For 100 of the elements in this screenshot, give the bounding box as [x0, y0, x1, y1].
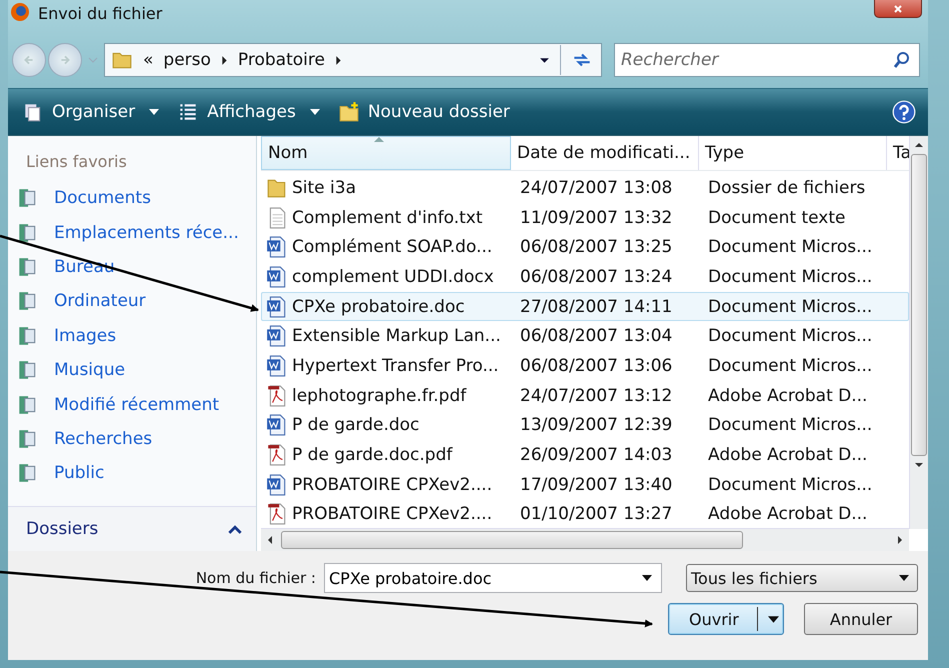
word-document-icon	[266, 354, 288, 377]
file-type: Adobe Acrobat D...	[708, 504, 868, 524]
help-icon[interactable]	[892, 100, 916, 124]
file-row[interactable]: CPXe probatoire.doc 27/08/2007 14:11 Document Micros...	[261, 292, 909, 322]
breadcrumb-overflow[interactable]: «	[143, 50, 154, 70]
scroll-right-icon[interactable]	[897, 535, 903, 545]
file-type: Document Micros...	[708, 237, 872, 258]
sort-arrow-icon	[374, 137, 384, 142]
dropdown-caret-icon	[310, 109, 320, 115]
filename-label: Nom du fichier :	[196, 569, 316, 587]
file-date: 26/09/2007 14:03	[520, 445, 672, 466]
file-type: Document Micros...	[708, 296, 872, 317]
file-row[interactable]: Site i3a 24/07/2007 13:08 Dossier de fichiers	[261, 173, 909, 203]
scroll-left-icon[interactable]	[267, 535, 273, 545]
dropdown-caret-icon[interactable]	[539, 56, 550, 64]
file-name: Site i3a	[292, 178, 356, 198]
vertical-scrollbar[interactable]	[909, 136, 928, 529]
file-name: PROBATOIRE CPXev2....	[292, 504, 492, 524]
folders-toggle[interactable]: Dossiers	[8, 506, 256, 551]
column-header[interactable]: Type	[699, 136, 887, 170]
sidebar-item[interactable]: Documents	[16, 181, 256, 216]
file-type: Document Micros...	[708, 326, 872, 346]
dialog-button[interactable]: Annuler	[804, 603, 918, 635]
dropdown-caret-icon	[899, 575, 909, 581]
file-name: CPXe probatoire.doc	[292, 296, 465, 317]
pdf-file-icon	[266, 503, 288, 526]
file-type-dropdown[interactable]: Tous les fichiers	[686, 564, 918, 592]
breadcrumb-item[interactable]: Probatoire	[238, 50, 325, 70]
file-date: 24/07/2007 13:12	[520, 386, 672, 406]
word-document-icon	[266, 236, 288, 258]
column-header[interactable]: Nom	[261, 136, 511, 170]
file-name: P de garde.doc	[292, 415, 420, 436]
browser-logo-icon	[10, 2, 30, 22]
dropdown-caret-icon	[768, 616, 779, 622]
sidebar-item[interactable]: Public	[16, 456, 256, 491]
file-row[interactable]: Extensible Markup Lan... 06/08/2007 13:04 Document Micros...	[261, 321, 909, 352]
breadcrumb-arrow-icon[interactable]	[220, 54, 228, 66]
file-name: Hypertext Transfer Pro...	[292, 356, 499, 376]
file-date: 17/09/2007 13:40	[520, 474, 672, 495]
file-date: 06/08/2007 13:06	[520, 356, 672, 376]
sidebar-item[interactable]: Modifié récemment	[16, 387, 256, 422]
address-bar[interactable]: « perso Probatoire	[104, 43, 602, 77]
search-icon	[892, 50, 912, 70]
search-field[interactable]: Rechercher	[614, 43, 920, 77]
new-folder-icon	[338, 101, 360, 123]
dropdown-caret-icon	[149, 109, 160, 115]
file-type: Adobe Acrobat D...	[708, 445, 868, 466]
scroll-up-icon[interactable]	[914, 142, 924, 148]
file-type: Adobe Acrobat D...	[708, 386, 868, 406]
file-type: Document Micros...	[708, 356, 872, 376]
file-name: PROBATOIRE CPXev2....	[292, 474, 492, 495]
file-name: P de garde.doc.pdf	[292, 445, 452, 466]
sidebar-item[interactable]: Musique	[16, 352, 256, 388]
dialog-button[interactable]: Ouvrir	[668, 603, 784, 635]
file-name: lephotographe.fr.pdf	[292, 386, 466, 406]
pdf-file-icon	[266, 444, 288, 466]
sidebar-item[interactable]: Images	[16, 318, 256, 353]
file-type: Dossier de fichiers	[708, 178, 866, 198]
file-date: 01/10/2007 13:27	[520, 504, 672, 524]
scrollbar-thumb[interactable]	[911, 154, 927, 456]
file-date: 06/08/2007 13:04	[520, 326, 672, 346]
window-title: Envoi du fichier	[38, 4, 162, 23]
file-row[interactable]: lephotographe.fr.pdf 24/07/2007 13:12 Adobe Acrobat D...	[261, 380, 909, 410]
file-row[interactable]: PROBATOIRE CPXev2.... 01/10/2007 13:27 Adobe Acrobat D...	[261, 500, 909, 528]
favorites-heading: Liens favoris	[26, 152, 128, 171]
scroll-down-icon[interactable]	[914, 462, 924, 468]
filename-field[interactable]: CPXe probatoire.doc	[324, 563, 662, 593]
file-row[interactable]: Complement d'info.txt 11/09/2007 13:32 Document texte	[261, 202, 909, 232]
dropdown-caret-icon	[642, 575, 652, 581]
file-date: 27/08/2007 14:11	[520, 296, 672, 317]
file-row[interactable]: complement UDDI.docx 06/08/2007 13:24 Document Micros...	[261, 262, 909, 292]
breadcrumb-arrow-icon[interactable]	[334, 54, 342, 66]
column-header[interactable]: Date de modificati...	[511, 136, 699, 170]
word-document-icon	[266, 266, 288, 288]
scrollbar-thumb[interactable]	[281, 531, 743, 549]
sidebar-item[interactable]: Ordinateur	[16, 284, 256, 319]
horizontal-scrollbar[interactable]	[261, 528, 909, 551]
breadcrumb-item[interactable]: perso	[163, 50, 211, 70]
file-row[interactable]: P de garde.doc 13/09/2007 12:39 Document Micros...	[261, 410, 909, 440]
toolbar-button[interactable]: Affichages	[173, 101, 328, 123]
close-button[interactable]	[874, 0, 922, 18]
file-row[interactable]: P de garde.doc.pdf 26/09/2007 14:03 Adobe Acrobat D...	[261, 440, 909, 470]
toolbar-button[interactable]: Organiser	[18, 101, 168, 123]
file-name: Complément SOAP.do...	[292, 237, 492, 258]
file-name: Complement d'info.txt	[292, 208, 483, 228]
word-document-icon	[266, 325, 288, 348]
file-type: Document Micros...	[708, 266, 872, 287]
sidebar-item[interactable]: Recherches	[16, 422, 256, 456]
file-row[interactable]: Hypertext Transfer Pro... 06/08/2007 13:06 Document Micros...	[261, 351, 909, 381]
word-document-icon	[266, 414, 288, 436]
file-date: 06/08/2007 13:25	[520, 237, 672, 258]
file-row[interactable]: PROBATOIRE CPXev2.... 17/09/2007 13:40 Document Micros...	[261, 470, 909, 500]
file-type: Document Micros...	[708, 474, 872, 495]
sidebar-item[interactable]: Emplacements réce...	[16, 215, 256, 250]
file-name: Extensible Markup Lan...	[292, 326, 501, 346]
close-icon	[893, 4, 903, 14]
file-row[interactable]: Complément SOAP.do... 06/08/2007 13:25 Document Micros...	[261, 232, 909, 262]
toolbar-button[interactable]: Nouveau dossier	[334, 101, 518, 123]
word-document-icon	[266, 296, 288, 318]
column-header[interactable]: Ta	[887, 136, 909, 170]
